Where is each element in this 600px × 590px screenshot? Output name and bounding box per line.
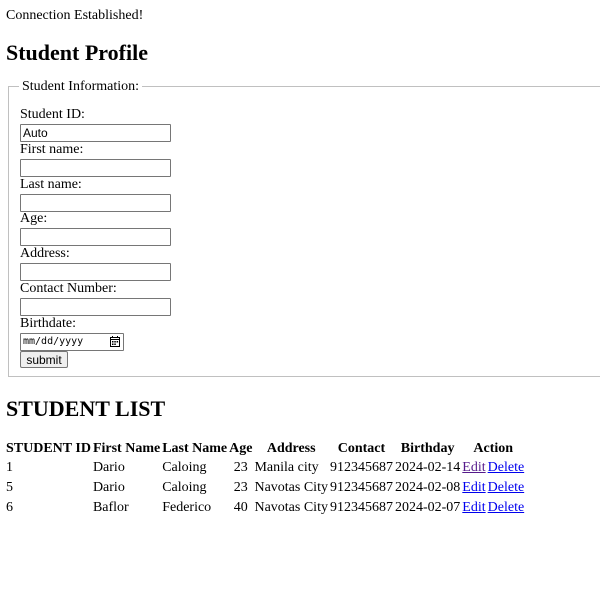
cell-id: 5 [6, 480, 13, 495]
student-table: STUDENT ID First Name Last Name Age Addr… [4, 439, 526, 519]
table-row: 1 Dario Caloing 23 Manila city 912345687… [6, 459, 524, 479]
cell-age: 23 [233, 480, 248, 495]
fieldset-legend: Student Information: [19, 79, 143, 95]
birthdate-label: Birthdate: [20, 316, 76, 331]
cell-birthday: 2024-02-14 [394, 460, 461, 475]
age-field[interactable] [20, 228, 171, 246]
address-label: Address: [20, 246, 70, 261]
col-first-name: First Name [92, 441, 161, 456]
student-list-title: STUDENT LIST [6, 396, 166, 421]
cell-address: Navotas City [254, 480, 328, 495]
delete-link[interactable]: Delete [488, 480, 525, 495]
calendar-icon[interactable] [110, 336, 120, 347]
cell-age: 40 [233, 500, 248, 515]
contact-number-label: Contact Number: [20, 281, 117, 296]
submit-button[interactable]: submit [20, 351, 68, 368]
delete-link[interactable]: Delete [488, 500, 525, 515]
cell-contact: 912345687 [329, 500, 393, 515]
col-last-name: Last Name [162, 441, 228, 456]
page-title: Student Profile [6, 40, 148, 65]
first-name-label: First name: [20, 142, 84, 157]
student-id-field[interactable] [20, 124, 171, 142]
last-name-label: Last name: [20, 177, 82, 192]
age-label: Age: [20, 211, 48, 226]
cell-address: Manila city [254, 460, 319, 475]
cell-birthday: 2024-02-07 [394, 500, 461, 515]
col-birthday: Birthday [400, 441, 455, 456]
cell-first-name: Dario [92, 460, 125, 475]
birthdate-placeholder: mm/dd/yyyy [23, 336, 84, 347]
birthdate-field[interactable]: mm/dd/yyyy [20, 333, 124, 351]
address-field[interactable] [20, 263, 171, 281]
col-action: Action [473, 441, 514, 456]
col-contact: Contact [337, 441, 386, 456]
edit-link[interactable]: Edit [462, 500, 485, 515]
col-address: Address [266, 441, 316, 456]
cell-age: 23 [233, 460, 248, 475]
col-student-id: STUDENT ID [6, 441, 91, 456]
cell-last-name: Federico [162, 500, 212, 515]
cell-contact: 912345687 [329, 460, 393, 475]
connection-status: Connection Established! [6, 8, 144, 23]
cell-birthday: 2024-02-08 [394, 480, 461, 495]
table-row: 6 Baflor Federico 40 Navotas City 912345… [6, 499, 524, 519]
cell-contact: 912345687 [329, 480, 393, 495]
last-name-field[interactable] [20, 194, 171, 212]
cell-address: Navotas City [254, 500, 328, 515]
cell-first-name: Baflor [92, 500, 129, 515]
table-row: 5 Dario Caloing 23 Navotas City 91234568… [6, 479, 524, 499]
table-header-row: STUDENT ID First Name Last Name Age Addr… [6, 439, 524, 459]
contact-number-field[interactable] [20, 298, 171, 316]
delete-link[interactable]: Delete [488, 460, 525, 475]
student-id-label: Student ID: [20, 107, 85, 122]
cell-id: 6 [6, 500, 13, 515]
edit-link[interactable]: Edit [462, 480, 485, 495]
first-name-field[interactable] [20, 159, 171, 177]
cell-last-name: Caloing [162, 460, 207, 475]
cell-first-name: Dario [92, 480, 125, 495]
col-age: Age [229, 441, 253, 456]
cell-last-name: Caloing [162, 480, 207, 495]
cell-id: 1 [6, 460, 13, 475]
edit-link[interactable]: Edit [462, 460, 485, 475]
